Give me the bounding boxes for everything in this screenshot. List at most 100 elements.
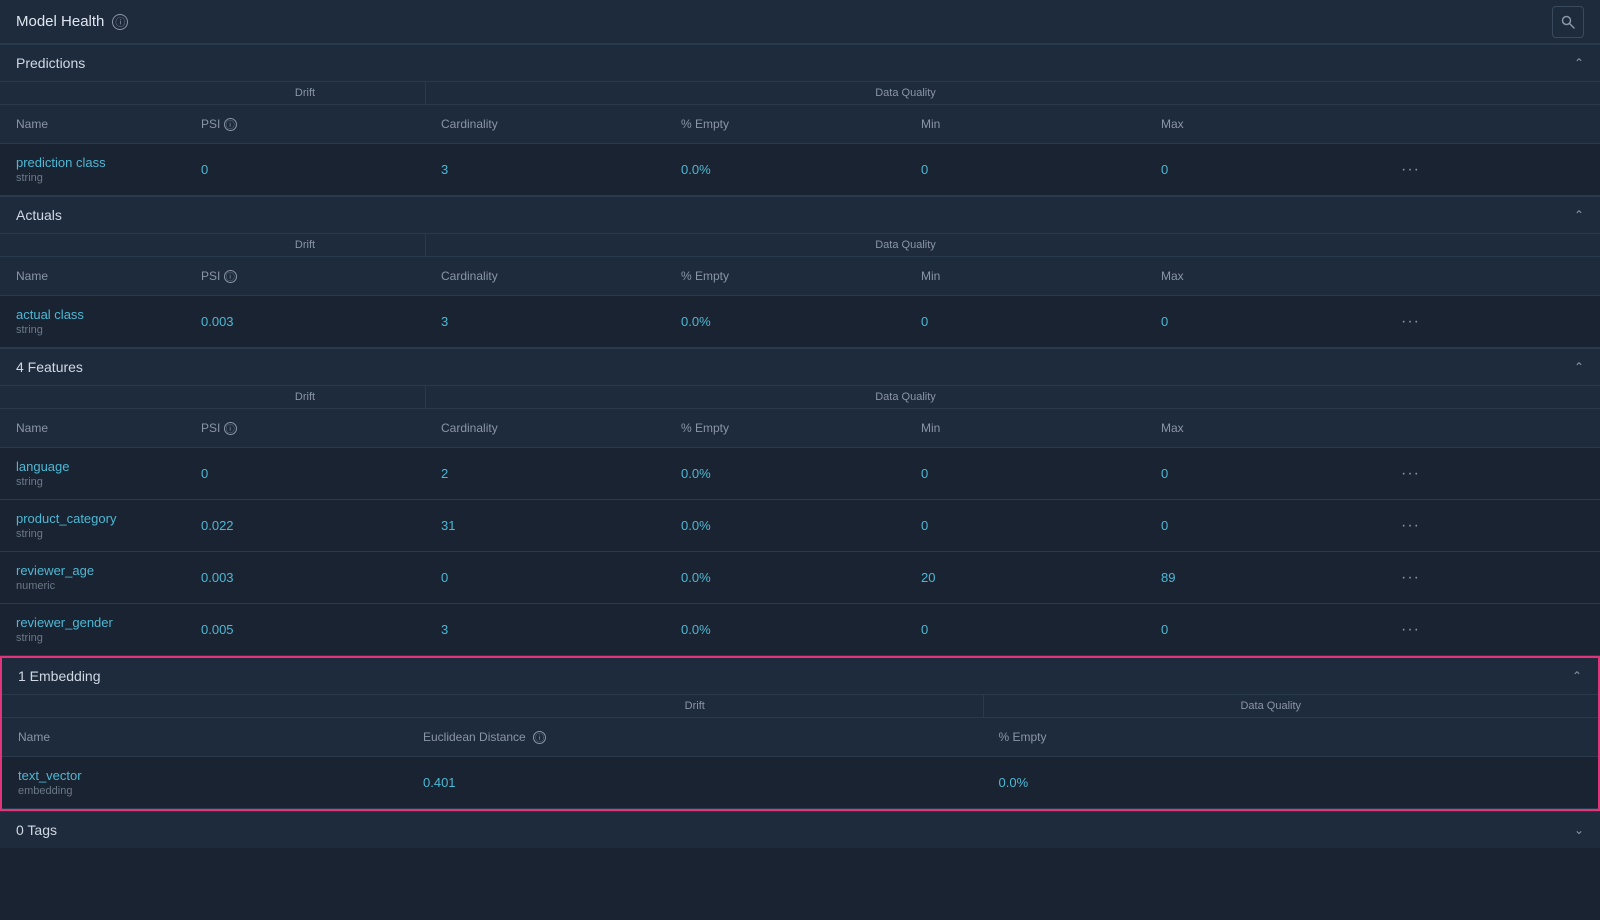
cell-more[interactable] — [1558, 775, 1598, 791]
tags-section-header[interactable]: 0 Tags ⌄ — [0, 811, 1600, 848]
predictions-subheader: Drift Data Quality — [0, 82, 1600, 105]
cell-name[interactable]: prediction class string — [0, 147, 185, 192]
cell-more[interactable]: ··· — [1385, 561, 1425, 595]
cell-min: 0 — [905, 154, 1145, 185]
cell-cardinality: 31 — [425, 510, 665, 541]
cell-name[interactable]: reviewer_age numeric — [0, 555, 185, 600]
cell-name[interactable]: actual class string — [0, 299, 185, 344]
features-chevron-icon: ⌃ — [1574, 360, 1584, 374]
features-quality-label: Data Quality — [425, 386, 1385, 408]
features-psi-info-icon[interactable]: ⓘ — [224, 422, 237, 435]
cell-percent-empty: 0.0% — [665, 458, 905, 489]
cell-euclidean: 0.401 — [407, 767, 983, 798]
features-table: Drift Data Quality Name PSI ⓘ Cardinalit… — [0, 386, 1600, 656]
table-row: text_vector embedding 0.401 0.0% — [2, 757, 1598, 809]
cell-percent-empty: 0.0% — [665, 562, 905, 593]
title-info-icon[interactable]: ⓘ — [112, 14, 128, 30]
predictions-section: Predictions ⌃ Drift Data Quality Name PS… — [0, 44, 1600, 196]
cell-more[interactable]: ··· — [1385, 509, 1425, 543]
cell-max: 89 — [1145, 562, 1385, 593]
cell-psi: 0 — [185, 458, 425, 489]
predictions-col-name: Name — [0, 113, 185, 135]
predictions-rows: prediction class string 0 3 0.0% 0 0 — [0, 144, 1600, 196]
embedding-col-name: Name — [2, 726, 407, 748]
features-subheader: Drift Data Quality — [0, 386, 1600, 409]
cell-name[interactable]: text_vector embedding — [2, 760, 407, 805]
embedding-col-empty: % Empty — [983, 726, 1559, 748]
predictions-col-min: Min — [905, 113, 1145, 135]
search-button[interactable] — [1552, 6, 1584, 38]
embedding-col-headers: Name Euclidean Distance ⓘ % Empty — [2, 718, 1598, 757]
page-wrapper: Model Health ⓘ Predictions ⌃ Drift Data … — [0, 0, 1600, 920]
features-col-psi: PSI ⓘ — [185, 417, 425, 439]
embedding-subheader: Drift Data Quality — [2, 695, 1598, 718]
actuals-section-title: Actuals — [16, 207, 62, 223]
psi-info-icon[interactable]: ⓘ — [224, 118, 237, 131]
cell-more[interactable]: ··· — [1385, 613, 1425, 647]
embedding-drift-label: Drift — [407, 695, 983, 717]
features-drift-label: Drift — [185, 386, 425, 408]
cell-psi: 0.003 — [185, 306, 425, 337]
features-col-name: Name — [0, 417, 185, 439]
cell-psi: 0.005 — [185, 614, 425, 645]
predictions-col-headers: Name PSI ⓘ Cardinality % Empty Min Max — [0, 105, 1600, 144]
cell-more[interactable]: ··· — [1385, 153, 1425, 187]
page-title: Model Health ⓘ — [16, 13, 128, 30]
actuals-section-header[interactable]: Actuals ⌃ — [0, 196, 1600, 234]
features-section-title: 4 Features — [16, 359, 83, 375]
cell-max: 0 — [1145, 306, 1385, 337]
actuals-drift-label: Drift — [185, 234, 425, 256]
page-header: Model Health ⓘ — [0, 0, 1600, 44]
cell-psi: 0.022 — [185, 510, 425, 541]
cell-cardinality: 3 — [425, 614, 665, 645]
search-icon — [1561, 15, 1575, 29]
table-row: product_category string 0.022 31 0.0% 0 … — [0, 500, 1600, 552]
predictions-drift-label: Drift — [185, 82, 425, 104]
cell-cardinality: 0 — [425, 562, 665, 593]
cell-percent-empty: 0.0% — [665, 306, 905, 337]
embedding-section-title: 1 Embedding — [18, 668, 101, 684]
embedding-chevron-icon: ⌃ — [1572, 669, 1582, 683]
table-row: language string 0 2 0.0% 0 0 ··· — [0, 448, 1600, 500]
table-row: reviewer_gender string 0.005 3 0.0% 0 0 — [0, 604, 1600, 656]
predictions-section-header[interactable]: Predictions ⌃ — [0, 44, 1600, 82]
features-col-cardinality: Cardinality — [425, 417, 665, 439]
cell-percent-empty: 0.0% — [983, 767, 1559, 798]
table-row: prediction class string 0 3 0.0% 0 0 — [0, 144, 1600, 196]
predictions-table: Drift Data Quality Name PSI ⓘ Cardinalit… — [0, 82, 1600, 196]
cell-name[interactable]: reviewer_gender string — [0, 607, 185, 652]
actuals-table: Drift Data Quality Name PSI ⓘ Cardinalit… — [0, 234, 1600, 348]
tags-section-title: 0 Tags — [16, 822, 57, 838]
features-section: 4 Features ⌃ Drift Data Quality Name PSI… — [0, 348, 1600, 656]
predictions-col-cardinality: Cardinality — [425, 113, 665, 135]
cell-percent-empty: 0.0% — [665, 614, 905, 645]
actuals-chevron-icon: ⌃ — [1574, 208, 1584, 222]
cell-psi: 0.003 — [185, 562, 425, 593]
embedding-section-header[interactable]: 1 Embedding ⌃ — [2, 658, 1598, 695]
cell-max: 0 — [1145, 458, 1385, 489]
actuals-col-psi: PSI ⓘ — [185, 265, 425, 287]
embedding-quality-label: Data Quality — [983, 695, 1559, 717]
tags-section: 0 Tags ⌄ — [0, 811, 1600, 848]
features-col-headers: Name PSI ⓘ Cardinality % Empty Min Max — [0, 409, 1600, 448]
cell-percent-empty: 0.0% — [665, 510, 905, 541]
cell-more[interactable]: ··· — [1385, 457, 1425, 491]
predictions-quality-label: Data Quality — [425, 82, 1385, 104]
features-section-header[interactable]: 4 Features ⌃ — [0, 348, 1600, 386]
page-title-text: Model Health — [16, 13, 104, 30]
cell-max: 0 — [1145, 154, 1385, 185]
cell-more[interactable]: ··· — [1385, 305, 1425, 339]
predictions-col-psi: PSI ⓘ — [185, 113, 425, 135]
euclidean-info-icon[interactable]: ⓘ — [533, 731, 546, 744]
cell-name[interactable]: language string — [0, 451, 185, 496]
predictions-col-max: Max — [1145, 113, 1385, 135]
actuals-section: Actuals ⌃ Drift Data Quality Name PSI ⓘ … — [0, 196, 1600, 348]
cell-max: 0 — [1145, 614, 1385, 645]
cell-name[interactable]: product_category string — [0, 503, 185, 548]
cell-cardinality: 3 — [425, 306, 665, 337]
actuals-col-headers: Name PSI ⓘ Cardinality % Empty Min Max — [0, 257, 1600, 296]
cell-min: 0 — [905, 510, 1145, 541]
actuals-psi-info-icon[interactable]: ⓘ — [224, 270, 237, 283]
predictions-col-empty: % Empty — [665, 113, 905, 135]
features-col-min: Min — [905, 417, 1145, 439]
